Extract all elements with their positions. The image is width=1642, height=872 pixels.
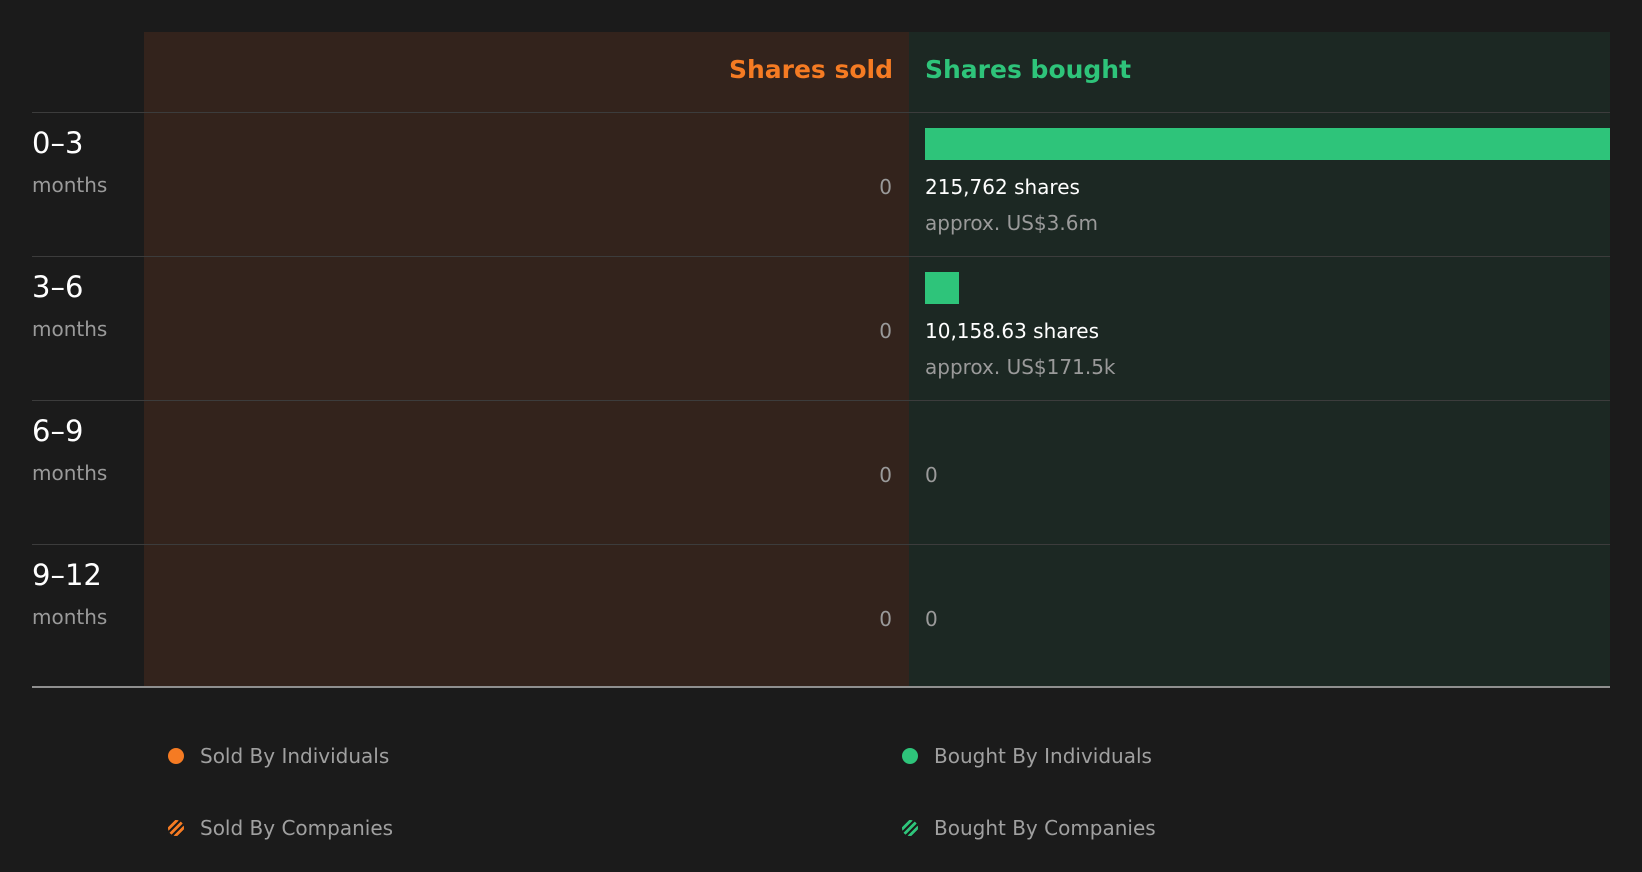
hatched-swatch-icon [902,820,918,836]
row-range-label: 3–6 [32,270,84,304]
sold-value-label: 0 [879,175,892,199]
bought-bar [925,128,1610,160]
chart-row: 6–9 months 0 0 [0,400,1642,544]
legend-item: Bought By Individuals [902,743,1152,769]
shares-sold-header: Shares sold [728,55,893,84]
row-unit-label: months [32,317,108,341]
chart-row: 3–6 months 0 10,158.63 shares approx. US$171… [0,256,1642,400]
legend-item: Sold By Individuals [168,743,389,769]
sold-value-label: 0 [879,463,892,487]
legend-label: Sold By Companies [200,816,394,840]
bought-value-label: 0 [925,607,938,631]
bought-shares-label: 215,762 shares [925,175,1080,199]
row-unit-label: months [32,461,108,485]
chart-row: 0–3 months 0 215,762 shares approx. US$3.6m [0,112,1642,256]
solid-swatch-icon [168,748,184,764]
chart-row: 9–12 months 0 0 [0,544,1642,688]
row-range-label: 9–12 [32,558,102,592]
legend-label: Bought By Individuals [934,744,1152,768]
legend-label: Bought By Companies [934,816,1156,840]
shares-bought-header: Shares bought [925,55,1132,84]
hatched-swatch-icon [168,820,184,836]
row-unit-label: months [32,173,108,197]
bought-shares-label: 10,158.63 shares [925,319,1100,343]
legend-item: Bought By Companies [902,815,1156,841]
bought-bar [925,272,959,304]
bought-approx-value: approx. US$3.6m [925,211,1098,235]
insider-trading-chart: Shares sold Shares bought 0–3 months 0 215,… [0,0,1642,700]
row-range-label: 6–9 [32,414,84,448]
row-range-label: 0–3 [32,126,84,160]
legend-item: Sold By Companies [168,815,393,841]
bought-value-label: 0 [925,463,938,487]
solid-swatch-icon [902,748,918,764]
legend-label: Sold By Individuals [200,744,390,768]
sold-value-label: 0 [879,607,892,631]
chart-baseline [32,686,1610,688]
sold-value-label: 0 [879,319,892,343]
row-unit-label: months [32,605,108,629]
bought-approx-value: approx. US$171.5k [925,355,1116,379]
